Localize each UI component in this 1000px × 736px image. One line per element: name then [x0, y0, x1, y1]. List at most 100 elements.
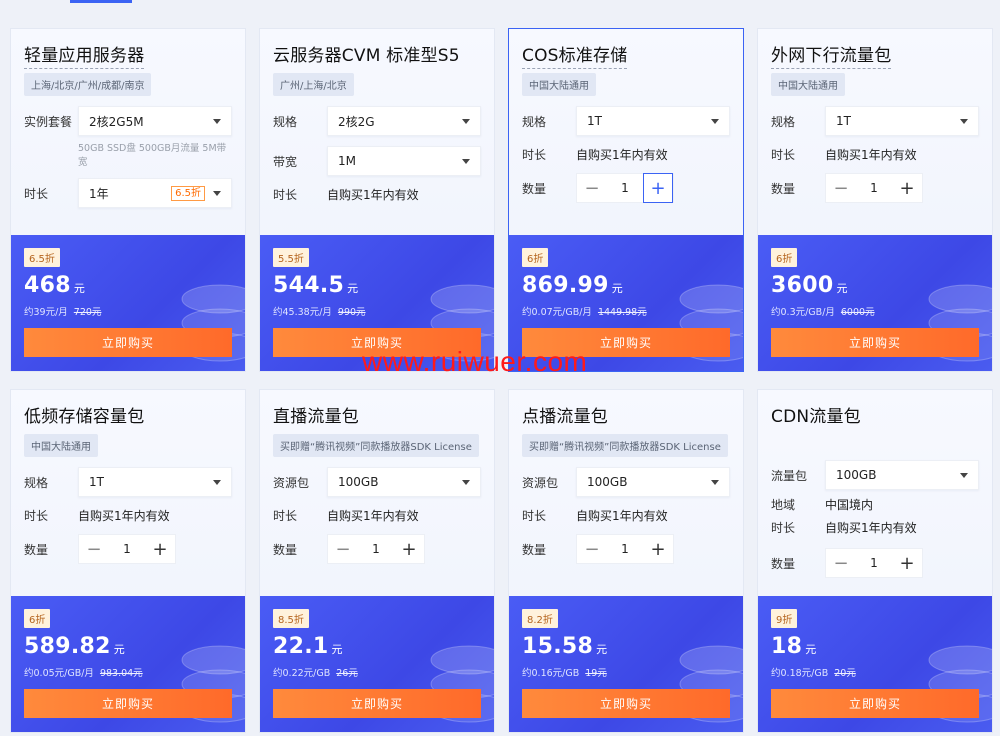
- config-row: 规格 1T: [24, 467, 232, 497]
- row-label: 规格: [522, 114, 547, 129]
- option-select[interactable]: 1T: [576, 106, 730, 136]
- select-value: 100GB: [338, 475, 379, 489]
- product-title[interactable]: 外网下行流量包: [771, 41, 892, 69]
- config-row: 规格 1T: [522, 106, 730, 136]
- buy-now-button[interactable]: 立即购买: [522, 328, 730, 357]
- plus-button[interactable]: +: [145, 534, 175, 564]
- product-title: CDN流量包: [771, 407, 861, 427]
- row-label: 带宽: [273, 154, 298, 169]
- price-unit: 元: [836, 282, 848, 295]
- select-value: 2核2G5M: [89, 114, 144, 129]
- option-select[interactable]: 100GB: [576, 467, 730, 497]
- product-card: 点播流量包 买即赠“腾讯视频”同款播放器SDK License 资源包 100GB 时长…: [508, 389, 744, 733]
- row-label: 时长: [273, 188, 298, 202]
- option-select[interactable]: 1M: [327, 146, 481, 176]
- minus-button[interactable]: −: [826, 548, 856, 578]
- discount-tag: 6折: [771, 248, 798, 267]
- row-label: 地域: [771, 498, 796, 512]
- chevron-down-icon: [213, 479, 221, 485]
- chevron-down-icon: [462, 118, 470, 124]
- quantity-input[interactable]: 1: [358, 542, 394, 556]
- minus-button[interactable]: −: [328, 534, 358, 564]
- region-tag: 买即赠“腾讯视频”同款播放器SDK License: [522, 434, 728, 457]
- price-panel: 8.2折 15.58 元约0.16元/GB 19元 立即购买: [509, 596, 743, 732]
- row-label: 时长: [771, 148, 796, 162]
- discount-tag: 8.2折: [522, 609, 558, 628]
- region-tag: 中国大陆通用: [771, 73, 845, 96]
- row-label: 时长: [24, 186, 49, 201]
- chevron-down-icon: [213, 190, 221, 196]
- spec-note: 50GB SSD盘 500GB月流量 5M带宽: [78, 143, 227, 168]
- buy-now-button[interactable]: 立即购买: [24, 328, 232, 357]
- quantity-stepper: −1 +: [78, 534, 176, 564]
- row-label: 实例套餐: [24, 114, 73, 129]
- price-unit: 元: [113, 643, 126, 656]
- row-label: 数量: [522, 181, 547, 196]
- config-row: 数量 −1 +: [522, 173, 730, 203]
- product-card: CDN流量包 流量包 100GB 地域 中国境内 时长 自购买1年内有效 数量 −1 +9折 18 元…: [757, 389, 993, 733]
- row-value: 中国境内: [825, 498, 874, 512]
- quantity-stepper: −1 +: [576, 534, 674, 564]
- buy-now-button[interactable]: 立即购买: [273, 689, 481, 718]
- price-panel: 9折 18 元约0.18元/GB 20元 立即购买: [758, 596, 992, 732]
- price-value: 869.99: [522, 273, 609, 298]
- option-select[interactable]: 100GB: [825, 460, 979, 490]
- minus-button[interactable]: −: [577, 534, 607, 564]
- plus-button[interactable]: +: [394, 534, 424, 564]
- quantity-input[interactable]: 1: [109, 542, 145, 556]
- buy-now-button[interactable]: 立即购买: [771, 689, 979, 718]
- product-title[interactable]: COS标准存储: [522, 41, 628, 69]
- row-label: 资源包: [522, 475, 559, 490]
- product-title[interactable]: 轻量应用服务器: [24, 41, 145, 69]
- price-value: 589.82: [24, 634, 111, 659]
- unit-price: 约0.22元/GB: [273, 668, 331, 679]
- row-label: 时长: [273, 509, 298, 523]
- config-row: 实例套餐 2核2G5M: [24, 106, 232, 136]
- minus-button[interactable]: −: [79, 534, 109, 564]
- select-value: 1T: [836, 114, 851, 128]
- region-tag: 上海/北京/广州/成都/南京: [24, 73, 152, 96]
- select-value: 100GB: [587, 475, 628, 489]
- option-select[interactable]: 1T: [78, 467, 232, 497]
- original-price: 19元: [585, 668, 607, 679]
- quantity-input[interactable]: 1: [856, 181, 892, 195]
- row-label: 数量: [273, 542, 298, 557]
- chevron-down-icon: [462, 158, 470, 164]
- config-row: 流量包 100GB: [771, 460, 979, 490]
- plus-button[interactable]: +: [892, 173, 922, 203]
- option-select[interactable]: 2核2G5M: [78, 106, 232, 136]
- row-label: 规格: [771, 114, 796, 129]
- minus-button[interactable]: −: [577, 173, 607, 203]
- card-config: 低频存储容量包 中国大陆通用 规格 1T 时长 自购买1年内有效 数量 −1 +: [11, 390, 245, 598]
- buy-now-button[interactable]: 立即购买: [273, 328, 481, 357]
- plus-button[interactable]: +: [643, 173, 673, 203]
- config-row: 时长 自购买1年内有效: [522, 146, 730, 163]
- original-price: 20元: [834, 668, 856, 679]
- price-panel: 6折 869.99 元约0.07元/GB/月 1449.98元 立即购买: [509, 235, 743, 371]
- plus-button[interactable]: +: [643, 534, 673, 564]
- chevron-down-icon: [960, 118, 968, 124]
- price-value: 15.58: [522, 634, 594, 659]
- minus-button[interactable]: −: [826, 173, 856, 203]
- plus-button[interactable]: +: [892, 548, 922, 578]
- row-label: 数量: [771, 181, 796, 196]
- product-title: 低频存储容量包: [24, 407, 145, 427]
- row-label: 流量包: [771, 468, 808, 483]
- active-tab-indicator: [70, 0, 132, 3]
- unit-price: 约0.3元/GB/月: [771, 307, 835, 318]
- quantity-input[interactable]: 1: [607, 542, 643, 556]
- select-value: 1年: [89, 186, 109, 201]
- option-select[interactable]: 1T: [825, 106, 979, 136]
- buy-now-button[interactable]: 立即购买: [771, 328, 979, 357]
- option-select[interactable]: 1年 6.5折: [78, 178, 232, 208]
- unit-price: 约0.16元/GB: [522, 668, 580, 679]
- row-value: 自购买1年内有效: [825, 521, 917, 535]
- quantity-input[interactable]: 1: [856, 556, 892, 570]
- buy-now-button[interactable]: 立即购买: [522, 689, 730, 718]
- option-select[interactable]: 100GB: [327, 467, 481, 497]
- buy-now-button[interactable]: 立即购买: [24, 689, 232, 718]
- row-label: 数量: [522, 542, 547, 557]
- option-select[interactable]: 2核2G: [327, 106, 481, 136]
- discount-tag: 9折: [771, 609, 798, 628]
- quantity-input[interactable]: 1: [607, 181, 643, 195]
